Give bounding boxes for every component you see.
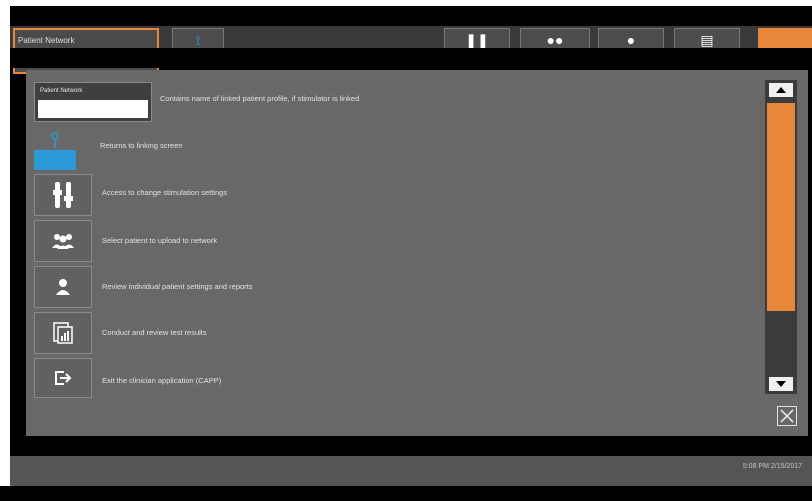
help-row-description: Review individual patient settings and r…	[102, 282, 253, 291]
patient-icon	[34, 266, 92, 308]
patient-network-widget-field	[38, 100, 148, 118]
scrollbar-thumb[interactable]	[767, 103, 795, 311]
help-row-description: Contains name of linked patient profile,…	[160, 94, 360, 103]
help-row-description: Select patient to upload to network	[102, 236, 218, 245]
help-row-description: Conduct and review test results	[102, 328, 207, 337]
scroll-down-button[interactable]	[765, 374, 797, 394]
bottom-strip	[0, 486, 812, 501]
help-row-description: Access to change stimulation settings	[102, 188, 228, 197]
overlay-bottom-band	[26, 436, 808, 456]
patient-network-label: Patient Network	[18, 36, 75, 45]
close-button[interactable]	[777, 406, 797, 426]
patients-network-icon	[34, 220, 92, 262]
test-results-icon	[34, 312, 92, 354]
close-icon	[780, 409, 794, 423]
overlay-top-band	[10, 48, 812, 68]
status-datetime: 5:08 PM 2/15/2017	[742, 463, 802, 470]
help-row-description: Returns to linking screen	[100, 141, 183, 150]
arrow-up-icon	[776, 87, 786, 93]
scroll-up-button[interactable]	[765, 80, 797, 100]
patient-network-widget-label: Patient Network	[40, 88, 83, 94]
help-row-description: Exit the clinician application (CAPP)	[102, 376, 222, 385]
status-bar	[10, 456, 812, 486]
link-icon	[34, 128, 76, 170]
exit-icon	[34, 358, 92, 398]
arrow-down-icon	[776, 381, 786, 387]
stimulation-settings-icon	[34, 174, 92, 216]
